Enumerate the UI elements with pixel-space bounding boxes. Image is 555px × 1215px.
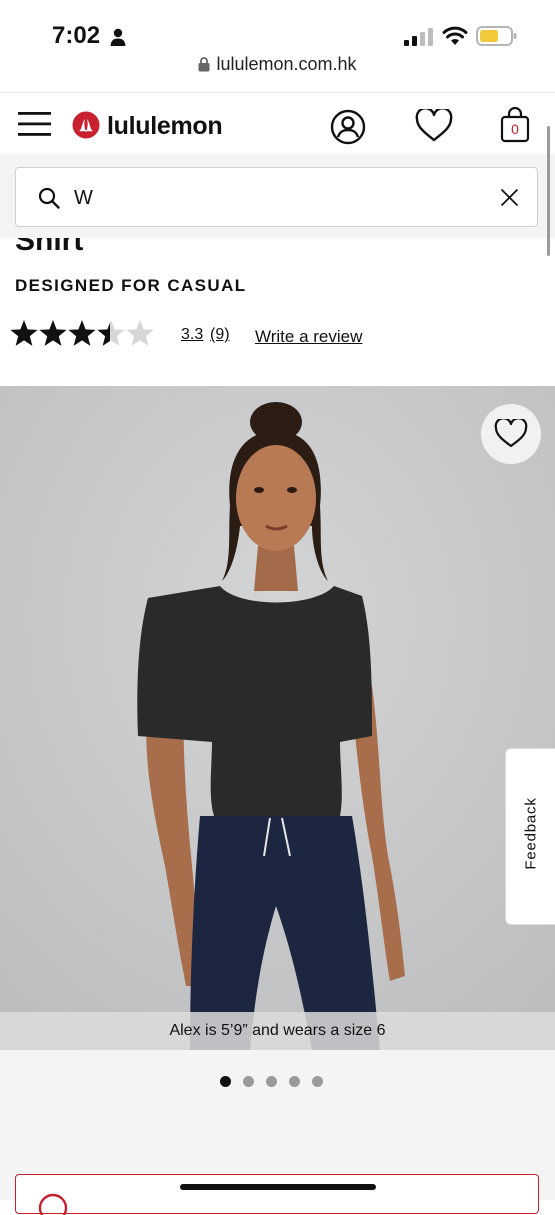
home-indicator — [180, 1184, 376, 1190]
wifi-icon — [442, 26, 468, 45]
alert-icon — [38, 1193, 68, 1215]
wishlist-heart-icon — [494, 419, 528, 448]
status-time: 7:02 — [52, 22, 101, 49]
close-icon[interactable] — [500, 188, 519, 207]
cart-count: 0 — [511, 121, 519, 137]
heart-icon[interactable] — [415, 109, 453, 143]
carousel-dot[interactable] — [289, 1076, 300, 1087]
star-icon — [126, 320, 154, 346]
model-illustration — [0, 386, 555, 1050]
write-review-link[interactable]: Write a review — [255, 327, 362, 347]
lululemon-logo-icon[interactable] — [72, 111, 100, 139]
site-header: lululemon 0 — [0, 92, 555, 155]
carousel-dot[interactable] — [220, 1076, 231, 1087]
search-icon[interactable] — [38, 187, 60, 209]
wishlist-button[interactable] — [481, 404, 541, 464]
carousel-dot[interactable] — [312, 1076, 323, 1087]
product-title: Shirt — [15, 238, 415, 260]
star-icon — [39, 320, 67, 346]
bag-icon[interactable]: 0 — [500, 107, 530, 143]
battery-icon — [476, 26, 517, 46]
star-icon — [97, 320, 125, 346]
star-icon — [10, 320, 38, 346]
feedback-label: Feedback — [522, 797, 540, 870]
account-icon[interactable] — [330, 109, 366, 145]
brand-name[interactable]: lululemon — [107, 112, 223, 141]
image-caption: Alex is 5’9” and wears a size 6 — [0, 1012, 555, 1050]
url-text: lululemon.com.hk — [216, 54, 357, 74]
signal-icon — [404, 28, 433, 46]
search-input[interactable] — [72, 182, 476, 214]
product-subtitle: DESIGNED FOR CASUAL — [15, 276, 247, 295]
alert-banner — [15, 1174, 539, 1215]
feedback-tab[interactable]: Feedback — [505, 748, 555, 925]
star-icon — [68, 320, 96, 346]
rating-value[interactable]: 3.3 — [181, 326, 203, 344]
rating-count[interactable]: (9) — [210, 326, 230, 344]
scrollbar[interactable] — [547, 126, 550, 256]
search-bar[interactable] — [15, 167, 538, 227]
person-icon — [110, 28, 126, 46]
rating-stars — [10, 320, 154, 346]
carousel-dots — [220, 1074, 335, 1092]
carousel-dot[interactable] — [266, 1076, 277, 1087]
product-title-text: Shirt — [15, 238, 84, 257]
status-bar: 7:02 — [0, 0, 555, 54]
lock-icon — [198, 57, 210, 72]
address-bar[interactable]: lululemon.com.hk — [0, 54, 555, 92]
menu-icon[interactable] — [18, 111, 52, 137]
image-caption-text: Alex is 5’9” and wears a size 6 — [169, 1022, 386, 1039]
product-image[interactable]: Alex is 5’9” and wears a size 6 — [0, 386, 555, 1050]
carousel-dot[interactable] — [243, 1076, 254, 1087]
